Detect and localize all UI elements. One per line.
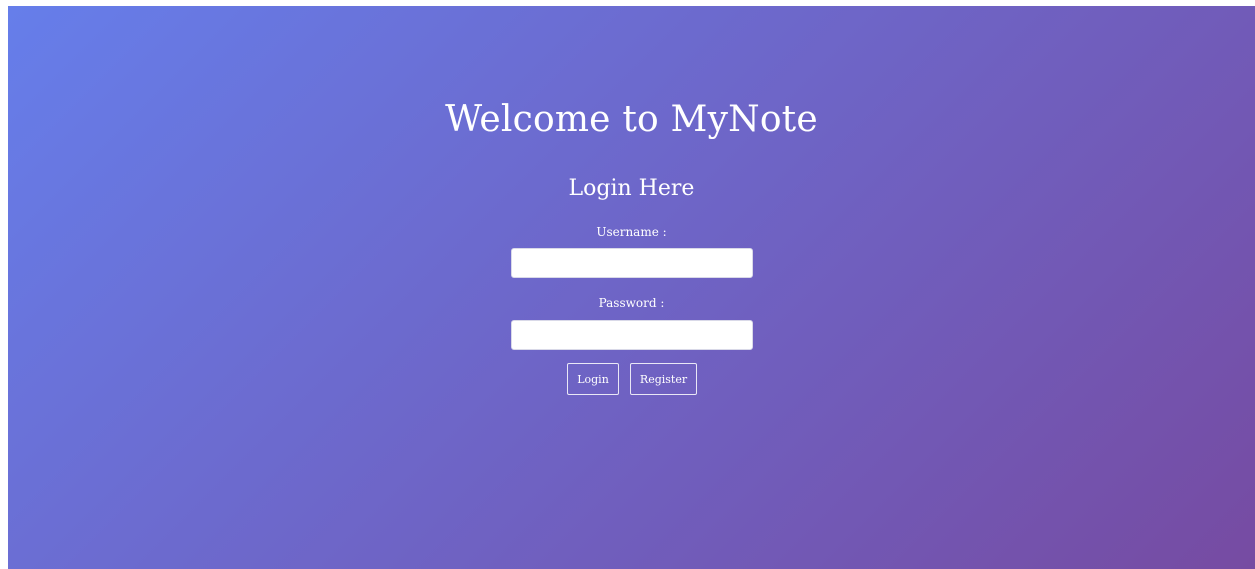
login-button[interactable]: Login (567, 363, 619, 395)
username-input[interactable] (511, 248, 753, 278)
username-label: Username : (596, 225, 667, 239)
login-page: Welcome to MyNote Login Here Username : … (8, 6, 1255, 569)
login-heading: Login Here (568, 176, 695, 201)
register-button[interactable]: Register (630, 363, 697, 395)
page-title: Welcome to MyNote (445, 99, 818, 140)
password-input[interactable] (511, 320, 753, 350)
password-label: Password : (598, 296, 665, 310)
